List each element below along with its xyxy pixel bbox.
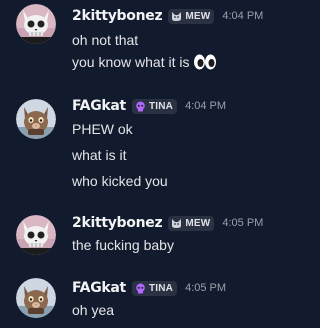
brown-cat-avatar bbox=[16, 99, 56, 139]
message-text: oh not that bbox=[72, 32, 139, 48]
server-tag-label: TINA bbox=[148, 282, 174, 294]
eyes-emoji[interactable] bbox=[193, 53, 217, 71]
chat-messages: 2kittybonez MEW 4:04 PM oh not that you … bbox=[0, 0, 297, 328]
timestamp: 4:04 PM bbox=[185, 100, 227, 112]
cat-face-icon bbox=[171, 218, 182, 229]
message-header: 2kittybonez MEW 4:05 PM bbox=[72, 213, 263, 233]
message-text: PHEW ok bbox=[72, 121, 133, 137]
message-header: FAGkat TINA 4:04 PM bbox=[72, 96, 226, 116]
server-tag[interactable]: MEW bbox=[168, 215, 215, 231]
message-text-content: you know what it is bbox=[72, 54, 190, 70]
cat-face-icon bbox=[171, 11, 182, 22]
avatar[interactable] bbox=[16, 278, 56, 318]
username[interactable]: 2kittybonez bbox=[72, 8, 163, 24]
skull-cat-avatar bbox=[16, 4, 56, 44]
server-tag-label: MEW bbox=[185, 217, 211, 229]
avatar[interactable] bbox=[16, 99, 56, 139]
server-tag[interactable]: TINA bbox=[131, 280, 178, 296]
timestamp: 4:05 PM bbox=[222, 217, 264, 229]
message-text: oh yea bbox=[72, 302, 115, 318]
username[interactable]: FAGkat bbox=[72, 280, 126, 296]
message-text: what is it bbox=[72, 147, 127, 163]
server-tag-label: TINA bbox=[148, 100, 174, 112]
server-tag[interactable]: TINA bbox=[131, 98, 178, 114]
message-text: you know what it is bbox=[72, 53, 217, 71]
skull-cat-avatar bbox=[16, 215, 56, 255]
skull-icon bbox=[135, 101, 146, 112]
message-header: 2kittybonez MEW 4:04 PM bbox=[72, 6, 263, 26]
username[interactable]: FAGkat bbox=[72, 98, 126, 114]
server-tag-label: MEW bbox=[185, 10, 211, 22]
username[interactable]: 2kittybonez bbox=[72, 215, 163, 231]
message-text: the fucking baby bbox=[72, 237, 174, 253]
brown-cat-avatar bbox=[16, 278, 56, 318]
message-header: FAGkat TINA 4:05 PM bbox=[72, 278, 226, 298]
timestamp: 4:04 PM bbox=[222, 10, 264, 22]
message-text: who kicked you bbox=[72, 173, 168, 189]
skull-icon bbox=[135, 283, 146, 294]
server-tag[interactable]: MEW bbox=[168, 8, 215, 24]
avatar[interactable] bbox=[16, 4, 56, 44]
timestamp: 4:05 PM bbox=[185, 282, 227, 294]
avatar[interactable] bbox=[16, 215, 56, 255]
